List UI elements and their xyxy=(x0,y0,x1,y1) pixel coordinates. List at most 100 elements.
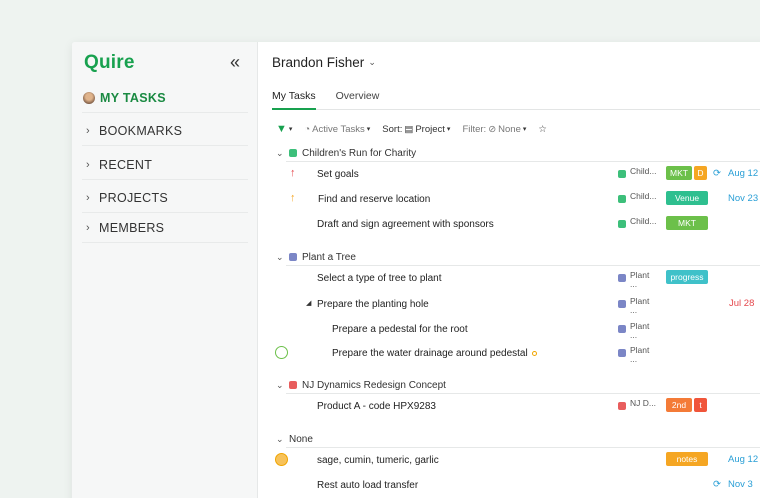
sidebar-item-recent[interactable]: › RECENT xyxy=(82,150,248,180)
task-row[interactable]: Product A - code HPX9283 NJ D... 2nd t xyxy=(258,396,760,418)
active-tasks-label: Active Tasks xyxy=(312,123,365,135)
refresh-icon: ⟳ xyxy=(713,168,721,179)
task-title: Draft and sign agreement with sponsors xyxy=(317,219,494,230)
sidebar-item-bookmarks[interactable]: › BOOKMARKS xyxy=(82,116,248,146)
app-logo[interactable]: Quire xyxy=(84,52,135,74)
status-dot-icon xyxy=(531,350,537,356)
task-title: Select a type of tree to plant xyxy=(317,273,442,284)
chevron-down-icon: ⌄ xyxy=(276,251,284,262)
task-row[interactable]: ◢ Prepare the planting hole Plant... Jul… xyxy=(258,294,760,316)
due-date[interactable]: Jul 28 xyxy=(729,298,754,309)
task-title: Find and reserve location xyxy=(318,194,431,205)
task-project[interactable]: NJ D... xyxy=(618,399,656,410)
caret-down-icon: ▾ xyxy=(366,126,371,133)
chevron-down-icon: ⌄ xyxy=(368,57,376,67)
star-icon[interactable]: ☆ xyxy=(538,124,547,135)
chevron-down-icon: ⌄ xyxy=(276,147,284,158)
task-row[interactable]: Draft and sign agreement with sponsors C… xyxy=(258,214,760,236)
task-title: Product A - code HPX9283 xyxy=(317,401,436,412)
task-title: Prepare the water drainage around pedest… xyxy=(332,348,537,359)
task-row[interactable]: ↑ Find and reserve location Child... Ven… xyxy=(258,189,760,211)
chevron-right-icon: › xyxy=(86,124,90,137)
project-color-dot xyxy=(289,253,297,261)
task-row[interactable]: sage, cumin, tumeric, garlic notes Aug 1… xyxy=(258,450,760,472)
filter-label: Filter: xyxy=(462,123,487,135)
tag-badge[interactable]: notes xyxy=(666,452,708,466)
tag-badge[interactable]: MKT xyxy=(666,166,692,180)
sort-dropdown[interactable]: Sort: ▤ Project ▾ xyxy=(382,124,450,135)
tag-badge[interactable]: 2nd xyxy=(666,398,692,412)
due-date[interactable]: Nov 23 xyxy=(728,193,758,204)
progress-circle-icon[interactable] xyxy=(275,453,288,466)
tag-badge[interactable]: D xyxy=(694,166,707,180)
group-title: None xyxy=(289,433,313,445)
group-header[interactable]: ⌄ Plant a Tree xyxy=(276,249,760,265)
group-header[interactable]: ⌄ Children's Run for Charity xyxy=(276,145,760,161)
filter-dropdown[interactable]: ▼ ▾ xyxy=(276,123,292,135)
task-title: Prepare a pedestal for the root xyxy=(332,324,468,335)
double-chevron-left-icon[interactable]: « xyxy=(230,53,240,71)
tag-badge[interactable]: t xyxy=(694,398,707,412)
sidebar-item-my-tasks[interactable]: MY TASKS xyxy=(82,83,248,113)
task-project[interactable]: Plant... xyxy=(618,346,649,364)
project-color-dot xyxy=(289,381,297,389)
tab-overview[interactable]: Overview xyxy=(336,86,380,110)
tab-bar: My Tasks Overview xyxy=(272,86,760,110)
sort-value: Project xyxy=(415,123,445,135)
chevron-down-icon: ⌄ xyxy=(276,433,284,444)
task-row[interactable]: Rest auto load transfer ⟳ Nov 3 xyxy=(258,475,760,497)
task-project[interactable]: Child... xyxy=(618,217,656,228)
avatar xyxy=(83,91,95,104)
task-project[interactable]: Plant... xyxy=(618,271,649,289)
progress-circle-icon[interactable] xyxy=(275,346,288,359)
group-title: Children's Run for Charity xyxy=(302,147,417,159)
divider xyxy=(286,265,760,266)
caret-down-icon: ▾ xyxy=(446,126,451,133)
chevron-right-icon: › xyxy=(86,191,90,204)
task-project[interactable]: Plant... xyxy=(618,322,649,340)
task-row[interactable]: ↑ Set goals Child... MKT D ⟳ Aug 12 xyxy=(258,164,760,186)
refresh-icon: ⟳ xyxy=(713,479,721,490)
task-title: Set goals xyxy=(317,169,359,180)
tag-badge[interactable]: progress xyxy=(666,270,708,284)
task-row[interactable]: Select a type of tree to plant Plant... … xyxy=(258,268,760,290)
group-header[interactable]: ⌄ None xyxy=(276,431,760,447)
caret-down-icon: ▾ xyxy=(522,126,527,133)
user-selector[interactable]: Brandon Fisher ⌄ xyxy=(272,55,376,70)
sidebar-item-label: RECENT xyxy=(99,157,153,172)
due-date[interactable]: Nov 3 xyxy=(728,479,753,490)
filter-value-dropdown[interactable]: Filter: ⊘ None ▾ xyxy=(462,124,526,135)
user-name: Brandon Fisher xyxy=(272,55,365,70)
sidebar-item-projects[interactable]: › PROJECTS xyxy=(82,183,248,213)
task-row[interactable]: Prepare the water drainage around pedest… xyxy=(258,343,760,365)
pie-icon: ◔ xyxy=(304,123,311,135)
chevron-right-icon: › xyxy=(86,221,90,234)
due-date[interactable]: Aug 12 xyxy=(728,168,758,179)
task-project[interactable]: Plant... xyxy=(618,297,649,315)
sidebar: Quire « MY TASKS › BOOKMARKS › RECENT › … xyxy=(72,42,258,498)
funnel-icon: ▼ xyxy=(276,123,287,135)
due-date[interactable]: Aug 12 xyxy=(728,454,758,465)
tag-badge[interactable]: Venue xyxy=(666,191,708,205)
divider xyxy=(286,393,760,394)
project-color-dot xyxy=(289,149,297,157)
sidebar-item-label: MY TASKS xyxy=(100,90,166,105)
group-title: Plant a Tree xyxy=(302,251,356,263)
caret-down-icon[interactable]: ◢ xyxy=(306,299,311,307)
task-project[interactable]: Child... xyxy=(618,167,656,178)
app-window: Quire « MY TASKS › BOOKMARKS › RECENT › … xyxy=(72,42,760,498)
task-row[interactable]: Prepare a pedestal for the root Plant... xyxy=(258,319,760,341)
chevron-down-icon: ⌄ xyxy=(276,379,284,390)
divider xyxy=(286,447,760,448)
main-panel: Brandon Fisher ⌄ My Tasks Overview ▼ ▾ ◔… xyxy=(258,42,760,498)
sidebar-item-members[interactable]: › MEMBERS xyxy=(82,213,248,243)
group-header[interactable]: ⌄ NJ Dynamics Redesign Concept xyxy=(276,377,760,393)
active-tasks-dropdown[interactable]: ◔ Active Tasks ▾ xyxy=(304,124,370,135)
arrow-up-icon: ↑ xyxy=(290,167,296,179)
toolbar: ▼ ▾ ◔ Active Tasks ▾ Sort: ▤ Project ▾ F… xyxy=(276,122,547,136)
tab-my-tasks[interactable]: My Tasks xyxy=(272,86,316,110)
tag-badge[interactable]: MKT xyxy=(666,216,708,230)
sidebar-item-label: PROJECTS xyxy=(99,190,169,205)
sidebar-item-label: BOOKMARKS xyxy=(99,123,183,138)
task-project[interactable]: Child... xyxy=(618,192,656,203)
